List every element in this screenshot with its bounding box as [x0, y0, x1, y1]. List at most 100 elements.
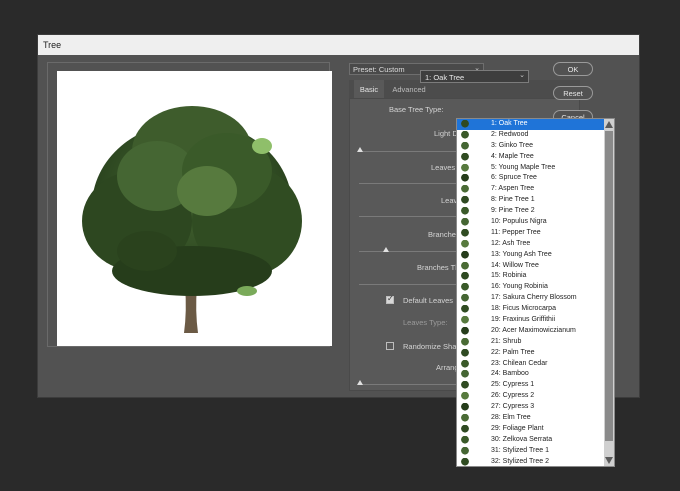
tree-type-option-label: 14: Willow Tree: [491, 261, 539, 269]
tree-thumbnail-icon: [461, 424, 469, 434]
ok-button[interactable]: OK: [553, 62, 593, 76]
tree-type-option[interactable]: 31: Stylized Tree 1: [457, 446, 605, 457]
tree-type-option[interactable]: 1: Oak Tree: [457, 119, 605, 130]
tree-thumbnail-icon: [461, 261, 469, 271]
tree-type-list: 1: Oak Tree 2: Redwood 3: Ginko Tree 4: Map…: [457, 119, 605, 466]
reset-button[interactable]: Reset: [553, 86, 593, 100]
tree-type-option-label: 26: Cypress 2: [491, 392, 535, 400]
tree-type-option-label: 18: Ficus Microcarpa: [491, 305, 556, 313]
tree-type-dropdown[interactable]: 1: Oak Tree 2: Redwood 3: Ginko Tree 4: Map…: [456, 118, 615, 467]
tree-type-option-label: 3: Ginko Tree: [491, 141, 534, 149]
tree-thumbnail-icon: [461, 185, 469, 195]
tree-type-option[interactable]: 19: Fraxinus Griffithii: [457, 315, 605, 326]
tree-thumbnail-icon: [461, 228, 469, 238]
leaves-amount-slider[interactable]: [359, 183, 456, 184]
tree-type-option-label: 24: Bamboo: [491, 370, 529, 378]
default-leaves-checkbox[interactable]: [386, 294, 394, 304]
tree-type-option[interactable]: 9: Pine Tree 2: [457, 206, 605, 217]
tree-thumbnail-icon: [461, 326, 469, 336]
leaves-size-slider[interactable]: [359, 216, 456, 217]
tree-type-option[interactable]: 27: Cypress 3: [457, 402, 605, 413]
tree-type-option[interactable]: 21: Shrub: [457, 337, 605, 348]
tree-type-option-label: 30: Zelkova Serrata: [491, 435, 553, 443]
tree-type-option-label: 8: Pine Tree 1: [491, 196, 535, 204]
branches-thickness-slider[interactable]: [359, 284, 456, 285]
tree-type-option-label: 31: Stylized Tree 1: [491, 446, 549, 454]
tree-thumbnail-icon: [461, 294, 469, 304]
tree-type-option[interactable]: 24: Bamboo: [457, 369, 605, 380]
tree-type-option-label: 28: Elm Tree: [491, 414, 531, 422]
branches-height-slider[interactable]: [359, 251, 456, 252]
tree-thumbnail-icon: [461, 250, 469, 260]
tree-type-option[interactable]: 11: Pepper Tree: [457, 228, 605, 239]
tree-type-option[interactable]: 32: Stylized Tree 2: [457, 457, 605, 466]
tree-type-option[interactable]: 14: Willow Tree: [457, 261, 605, 272]
tree-thumbnail-icon: [461, 196, 469, 206]
tree-type-option[interactable]: 4: Maple Tree: [457, 152, 605, 163]
tree-type-option[interactable]: 30: Zelkova Serrata: [457, 435, 605, 446]
tree-type-option-label: 1: Oak Tree: [491, 120, 528, 127]
dropdown-scrollbar[interactable]: [604, 119, 614, 466]
tree-thumbnail-icon: [461, 283, 469, 293]
tree-type-option[interactable]: 29: Foliage Plant: [457, 424, 605, 435]
tree-type-option[interactable]: 7: Aspen Tree: [457, 184, 605, 195]
tree-thumbnail-icon: [461, 141, 469, 151]
base-tree-type-select[interactable]: 1: Oak Tree ⌄: [420, 70, 529, 83]
tree-type-option-label: 25: Cypress 1: [491, 381, 535, 389]
tree-thumbnail-icon: [461, 316, 469, 326]
tree-thumbnail-icon: [461, 414, 469, 424]
light-direction-slider[interactable]: [359, 151, 456, 152]
tree-type-option[interactable]: 6: Spruce Tree: [457, 173, 605, 184]
tree-type-option[interactable]: 2: Redwood: [457, 130, 605, 141]
tree-type-option-label: 22: Palm Tree: [491, 348, 535, 356]
tree-type-option-label: 11: Pepper Tree: [491, 228, 541, 236]
tree-type-option[interactable]: 18: Ficus Microcarpa: [457, 304, 605, 315]
tree-type-option[interactable]: 25: Cypress 1: [457, 380, 605, 391]
scrollbar-thumb[interactable]: [605, 131, 613, 441]
tree-thumbnail-icon: [461, 457, 469, 466]
scroll-down-icon[interactable]: [605, 457, 613, 464]
preview-frame: [47, 62, 332, 347]
tree-type-option-label: 27: Cypress 3: [491, 403, 535, 411]
tree-type-option[interactable]: 10: Populus Nigra: [457, 217, 605, 228]
tree-thumbnail-icon: [461, 130, 469, 140]
randomize-shapes-checkbox[interactable]: [386, 342, 394, 350]
branches-height-slider-thumb[interactable]: [383, 247, 389, 252]
tree-type-option-label: 17: Sakura Cherry Blossom: [491, 294, 577, 302]
tree-type-option[interactable]: 3: Ginko Tree: [457, 141, 605, 152]
leaves-size-label: Leav: [441, 196, 458, 205]
tree-type-option[interactable]: 5: Young Maple Tree: [457, 163, 605, 174]
scroll-up-icon[interactable]: [605, 121, 613, 128]
tree-type-option-label: 5: Young Maple Tree: [491, 163, 556, 171]
tree-type-option[interactable]: 28: Elm Tree: [457, 413, 605, 424]
tree-type-option[interactable]: 16: Young Robinia: [457, 282, 605, 293]
tree-thumbnail-icon: [461, 392, 469, 402]
tree-thumbnail-icon: [461, 239, 469, 249]
arrangement-slider[interactable]: [359, 384, 456, 385]
tree-thumbnail-icon: [461, 435, 469, 445]
tree-type-option-label: 13: Young Ash Tree: [491, 250, 552, 258]
tree-thumbnail-icon: [461, 403, 469, 413]
base-tree-type-value: 1: Oak Tree: [425, 73, 465, 82]
arrangement-slider-thumb[interactable]: [357, 380, 363, 385]
tree-type-option[interactable]: 17: Sakura Cherry Blossom: [457, 293, 605, 304]
tree-thumbnail-icon: [461, 152, 469, 162]
light-direction-label: Light D: [434, 129, 458, 138]
tree-type-option-label: 9: Pine Tree 2: [491, 207, 535, 215]
tree-type-option-label: 20: Acer Maximowiczianum: [491, 326, 576, 334]
dialog-title: Tree: [38, 35, 639, 55]
tree-thumbnail-icon: [461, 446, 469, 456]
tree-type-option[interactable]: 8: Pine Tree 1: [457, 195, 605, 206]
tree-type-option[interactable]: 22: Palm Tree: [457, 348, 605, 359]
tree-type-option[interactable]: 20: Acer Maximowiczianum: [457, 326, 605, 337]
tree-type-option[interactable]: 12: Ash Tree: [457, 239, 605, 250]
tree-thumbnail-icon: [461, 348, 469, 358]
light-direction-slider-thumb[interactable]: [357, 147, 363, 152]
branches-height-label: Branches: [428, 230, 460, 239]
tab-basic[interactable]: Basic: [354, 80, 384, 98]
tree-type-option[interactable]: 15: Robinia: [457, 271, 605, 282]
tree-type-option[interactable]: 13: Young Ash Tree: [457, 250, 605, 261]
tree-type-option[interactable]: 26: Cypress 2: [457, 391, 605, 402]
tree-type-option-label: 23: Chilean Cedar: [491, 359, 548, 367]
tree-type-option[interactable]: 23: Chilean Cedar: [457, 359, 605, 370]
